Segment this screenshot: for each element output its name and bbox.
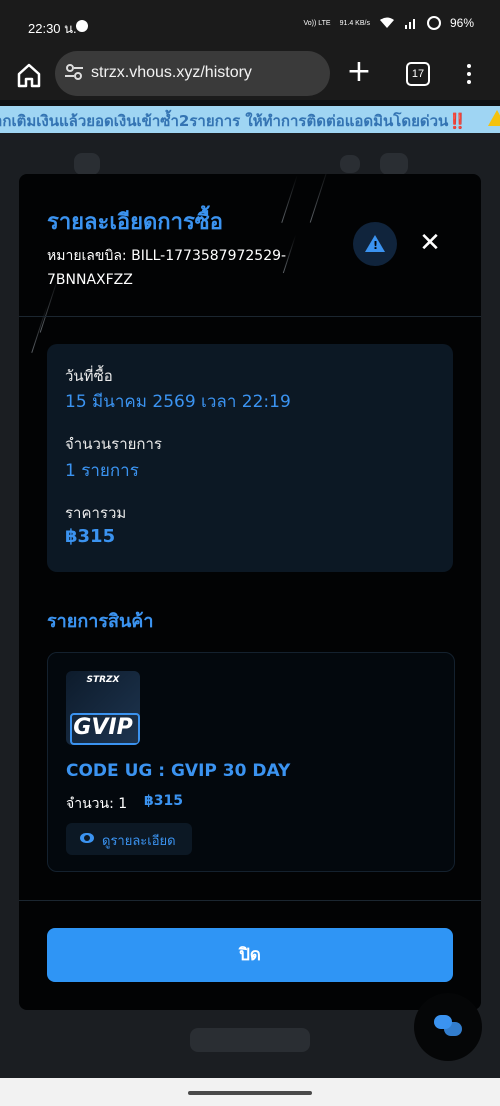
browser-toolbar: strzx.vhous.xyz/history + 17 [0,50,500,100]
new-tab-button[interactable]: + [346,57,372,87]
battery-icon [426,16,441,30]
product-name: CODE UG : GVIP 30 DAY [66,761,291,781]
signal-icon [404,19,415,29]
view-details-label: ดูรายละเอียด [102,834,176,849]
close-button[interactable]: ปิด [47,928,453,982]
product-quantity: จำนวน: 1 [66,796,128,812]
home-button[interactable] [14,60,44,90]
background-text [190,1028,310,1052]
address-bar[interactable]: strzx.vhous.xyz/history [55,51,330,96]
tune-icon[interactable] [65,63,83,81]
items-section-title: รายการสินค้า [47,611,154,632]
eye-icon [80,833,94,843]
purchase-detail-modal: รายละเอียดการซื้อ หมายเลขบิล: BILL-17735… [19,174,481,1010]
messenger-icon [76,20,88,32]
home-icon [17,63,41,88]
background-icon [74,153,100,175]
background-icon [340,155,360,173]
home-gesture-handle[interactable] [188,1091,312,1095]
close-icon[interactable]: ✕ [417,230,443,256]
divider [19,316,481,317]
url-text[interactable]: strzx.vhous.xyz/history [91,64,252,82]
status-bar: 22:30 น. Vo)) LTE 91.4 KB/s 96% [0,0,500,50]
background-icon [380,153,408,175]
network-label: Vo)) LTE [303,19,331,27]
status-time: 22:30 น. [28,21,77,36]
product-price: ฿315 [144,793,183,809]
plus-icon: + [346,54,372,89]
wifi-icon [379,17,394,28]
report-button[interactable]: ! [353,222,397,266]
network-speed: 91.4 KB/s [339,19,370,27]
total-value: ฿315 [65,526,116,547]
bill-number-line1: หมายเลขบิล: BILL-1773587972529- [47,248,287,264]
view-details-button[interactable]: ดูรายละเอียด [66,823,192,855]
tabs-button[interactable]: 17 [406,62,430,86]
thumbnail-label: GVIP [73,715,133,740]
chat-button[interactable] [414,993,482,1061]
product-item-card: STRZX GVIP CODE UG : GVIP 30 DAY จำนวน: … [47,652,455,872]
system-nav-bar [0,1078,500,1106]
announcement-text: ากเติมเงินแล้วยอดเงินเข้าซ้ำ2รายการ ให้ท… [0,112,467,130]
item-count-label: จำนวนรายการ [65,435,162,453]
product-thumbnail: STRZX GVIP [66,671,140,745]
purchase-date-value: 15 มีนาคม 2569 เวลา 22:19 [65,392,291,412]
bill-number-line2: 7BNNAXFZZ [47,272,133,288]
battery-percent: 96% [449,16,474,30]
menu-dots-icon[interactable] [466,64,472,86]
purchase-info-card: วันที่ซื้อ 15 มีนาคม 2569 เวลา 22:19 จำน… [47,344,453,572]
modal-title: รายละเอียดการซื้อ [47,210,223,235]
announcement-marquee: ากเติมเงินแล้วยอดเงินเข้าซ้ำ2รายการ ให้ท… [0,106,500,133]
purchase-date-label: วันที่ซื้อ [65,367,113,385]
warning-icon [488,110,500,126]
bill-number: หมายเลขบิล: BILL-1773587972529- 7BNNAXFZ… [47,244,347,292]
item-count-value: 1 รายการ [65,461,139,481]
thumbnail-brand: STRZX [86,675,120,685]
status-icons: Vo)) LTE 91.4 KB/s 96% [303,16,474,30]
divider [19,900,481,901]
total-label: ราคารวม [65,504,127,522]
